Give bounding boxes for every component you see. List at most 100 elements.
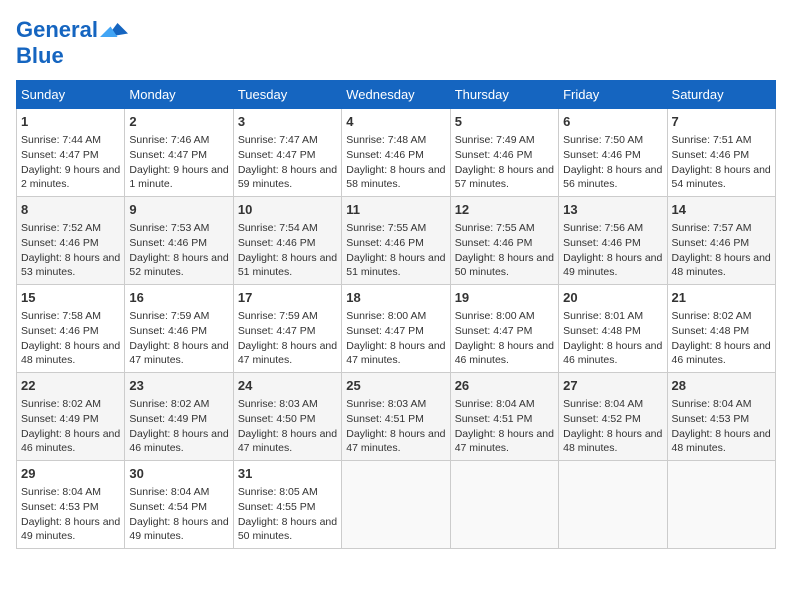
day-header-saturday: Saturday	[667, 81, 775, 109]
day-info: Daylight: 8 hours	[563, 164, 642, 176]
day-number: 24	[238, 377, 337, 395]
day-info: Sunrise: 8:02 AM	[21, 398, 101, 410]
calendar-cell: 8Sunrise: 7:52 AM Sunset: 4:46 PM Daylig…	[17, 197, 125, 285]
calendar-cell: 6Sunrise: 7:50 AM Sunset: 4:46 PM Daylig…	[559, 109, 667, 197]
day-info: Sunset: 4:51 PM	[346, 413, 424, 425]
day-info: Sunrise: 7:55 AM	[455, 222, 535, 234]
day-info: Sunrise: 7:55 AM	[346, 222, 426, 234]
day-header-thursday: Thursday	[450, 81, 558, 109]
day-number: 11	[346, 201, 445, 219]
calendar-body: 1Sunrise: 7:44 AM Sunset: 4:47 PM Daylig…	[17, 109, 776, 549]
day-info: Sunrise: 8:04 AM	[455, 398, 535, 410]
calendar-cell: 18Sunrise: 8:00 AM Sunset: 4:47 PM Dayli…	[342, 285, 450, 373]
day-number: 12	[455, 201, 554, 219]
day-info: Sunset: 4:46 PM	[21, 237, 99, 249]
day-info: Daylight: 8 hours	[672, 428, 751, 440]
day-number: 27	[563, 377, 662, 395]
day-number: 22	[21, 377, 120, 395]
calendar-cell	[450, 460, 558, 548]
day-info: Daylight: 8 hours	[455, 340, 534, 352]
calendar-cell: 29Sunrise: 8:04 AM Sunset: 4:53 PM Dayli…	[17, 460, 125, 548]
logo-blue: Blue	[16, 44, 128, 68]
day-number: 18	[346, 289, 445, 307]
day-number: 23	[129, 377, 228, 395]
day-info: Sunset: 4:46 PM	[346, 149, 424, 161]
calendar-cell: 24 Sunrise: 8:03 AM Sunset: 4:50 PM Dayli…	[233, 373, 341, 461]
day-info: Sunrise: 7:57 AM	[672, 222, 752, 234]
day-info: Sunrise: 8:03 AM	[238, 398, 318, 410]
day-number: 21	[672, 289, 771, 307]
day-number: 29	[21, 465, 120, 483]
day-info: Sunset: 4:46 PM	[129, 237, 207, 249]
calendar-cell	[559, 460, 667, 548]
day-info: Sunset: 4:50 PM	[238, 413, 316, 425]
day-info: Daylight: 8 hours	[21, 428, 100, 440]
day-info: Sunset: 4:53 PM	[21, 501, 99, 513]
logo: General Blue	[16, 16, 128, 68]
calendar-cell: 10Sunrise: 7:54 AM Sunset: 4:46 PM Dayli…	[233, 197, 341, 285]
day-info: Sunrise: 8:01 AM	[563, 310, 643, 322]
calendar-cell: 16Sunrise: 7:59 AM Sunset: 4:46 PM Dayli…	[125, 285, 233, 373]
day-info: Sunset: 4:51 PM	[455, 413, 533, 425]
day-info: Sunset: 4:49 PM	[129, 413, 207, 425]
calendar-cell: 26Sunrise: 8:04 AM Sunset: 4:51 PM Dayli…	[450, 373, 558, 461]
day-info: Sunrise: 7:59 AM	[238, 310, 318, 322]
day-number: 7	[672, 113, 771, 131]
day-info: Sunrise: 7:46 AM	[129, 134, 209, 146]
day-info: Sunrise: 7:59 AM	[129, 310, 209, 322]
day-info: Daylight: 8 hours	[672, 164, 751, 176]
calendar-week-5: 29Sunrise: 8:04 AM Sunset: 4:53 PM Dayli…	[17, 460, 776, 548]
day-info: Sunset: 4:52 PM	[563, 413, 641, 425]
day-number: 10	[238, 201, 337, 219]
day-info: Sunset: 4:46 PM	[563, 149, 641, 161]
calendar-cell	[667, 460, 775, 548]
day-info: Sunrise: 8:04 AM	[21, 486, 101, 498]
calendar-cell: 27Sunrise: 8:04 AM Sunset: 4:52 PM Dayli…	[559, 373, 667, 461]
day-info: Daylight: 8 hours	[238, 164, 317, 176]
day-header-tuesday: Tuesday	[233, 81, 341, 109]
calendar-cell: 1Sunrise: 7:44 AM Sunset: 4:47 PM Daylig…	[17, 109, 125, 197]
day-info: Sunrise: 8:04 AM	[129, 486, 209, 498]
day-info: Sunrise: 7:49 AM	[455, 134, 535, 146]
calendar-cell: 23Sunrise: 8:02 AM Sunset: 4:49 PM Dayli…	[125, 373, 233, 461]
day-number: 5	[455, 113, 554, 131]
day-number: 28	[672, 377, 771, 395]
calendar-cell: 5Sunrise: 7:49 AM Sunset: 4:46 PM Daylig…	[450, 109, 558, 197]
day-number: 2	[129, 113, 228, 131]
calendar-cell: 12Sunrise: 7:55 AM Sunset: 4:46 PM Dayli…	[450, 197, 558, 285]
calendar-cell: 25Sunrise: 8:03 AM Sunset: 4:51 PM Dayli…	[342, 373, 450, 461]
day-info: Daylight: 8 hours	[346, 252, 425, 264]
day-info: Sunset: 4:46 PM	[563, 237, 641, 249]
logo-text: General	[16, 18, 98, 42]
day-header-monday: Monday	[125, 81, 233, 109]
day-info: Sunset: 4:47 PM	[129, 149, 207, 161]
day-info: Daylight: 8 hours	[238, 428, 317, 440]
day-info: Sunrise: 7:53 AM	[129, 222, 209, 234]
day-info: Sunrise: 7:58 AM	[21, 310, 101, 322]
calendar-cell: 2Sunrise: 7:46 AM Sunset: 4:47 PM Daylig…	[125, 109, 233, 197]
calendar-cell: 28Sunrise: 8:04 AM Sunset: 4:53 PM Dayli…	[667, 373, 775, 461]
day-number: 14	[672, 201, 771, 219]
calendar-cell: 4Sunrise: 7:48 AM Sunset: 4:46 PM Daylig…	[342, 109, 450, 197]
day-info: Daylight: 9 hours	[21, 164, 100, 176]
day-info: Sunrise: 8:04 AM	[672, 398, 752, 410]
day-info: Sunrise: 7:50 AM	[563, 134, 643, 146]
calendar-cell: 17Sunrise: 7:59 AM Sunset: 4:47 PM Dayli…	[233, 285, 341, 373]
day-header-wednesday: Wednesday	[342, 81, 450, 109]
calendar-cell: 15Sunrise: 7:58 AM Sunset: 4:46 PM Dayli…	[17, 285, 125, 373]
day-header-sunday: Sunday	[17, 81, 125, 109]
day-info: Sunset: 4:49 PM	[21, 413, 99, 425]
day-info: Daylight: 8 hours	[129, 252, 208, 264]
day-info: Daylight: 8 hours	[21, 340, 100, 352]
calendar-cell	[342, 460, 450, 548]
logo-icon	[100, 16, 128, 44]
day-number: 19	[455, 289, 554, 307]
day-info: Sunrise: 8:02 AM	[672, 310, 752, 322]
day-number: 17	[238, 289, 337, 307]
calendar-week-2: 8Sunrise: 7:52 AM Sunset: 4:46 PM Daylig…	[17, 197, 776, 285]
day-info: Sunset: 4:46 PM	[21, 325, 99, 337]
calendar-cell: 3Sunrise: 7:47 AM Sunset: 4:47 PM Daylig…	[233, 109, 341, 197]
day-info: Daylight: 8 hours	[455, 252, 534, 264]
day-info: Sunset: 4:46 PM	[672, 237, 750, 249]
day-info: Sunset: 4:46 PM	[129, 325, 207, 337]
